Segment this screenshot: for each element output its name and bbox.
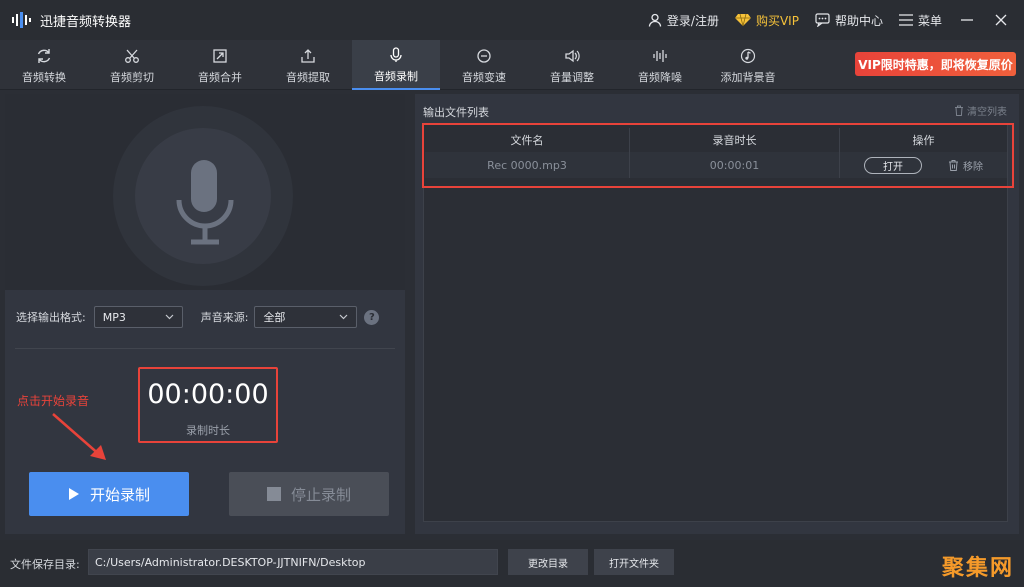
open-folder-button[interactable]: 打开文件夹 [594,549,674,575]
recorder-panel: 选择输出格式: MP3 声音来源: 全部 ? 点击开始录音 00:00:00 录… [5,94,405,534]
chevron-down-icon [165,314,174,320]
user-icon [648,13,662,27]
speed-icon [476,46,492,66]
stop-icon [266,487,281,501]
tab-noise-reduction[interactable]: 音频降噪 [616,40,704,90]
clear-list-label: 清空列表 [967,107,1007,118]
clear-list-button[interactable]: 清空列表 [954,103,1007,118]
tab-label: 音频提取 [286,70,330,84]
source-select[interactable]: 全部 [254,306,358,328]
hint-arrow-icon [52,413,106,460]
watermark-logo: 聚集网 [941,556,1014,581]
start-recording-button[interactable]: 开始录制 [29,472,189,516]
timer-label: 录制时长 [186,424,230,437]
tab-audio-speed[interactable]: 音频变速 [440,40,528,90]
login-button[interactable]: 登录/注册 [648,12,719,29]
tab-label: 音频剪切 [110,70,154,84]
recording-options: 选择输出格式: MP3 声音来源: 全部 ? [5,300,405,334]
merge-icon [212,46,228,66]
noise-reduction-icon [652,46,668,66]
music-note-icon [740,46,756,66]
hamburger-icon [898,14,913,26]
title-bar: 迅捷音频转换器 登录/注册 购买VIP 帮助中心 菜单 [0,0,1024,40]
stop-recording-button[interactable]: 停止录制 [229,472,389,516]
app-logo-icon [10,9,32,31]
format-value: MP3 [102,310,126,324]
help-icon[interactable]: ? [364,309,380,325]
help-center-button[interactable]: 帮助中心 [815,12,883,29]
tab-audio-extract[interactable]: 音频提取 [264,40,352,90]
tab-label: 音频合并 [198,70,242,84]
close-button[interactable] [992,11,1010,29]
output-panel: 输出文件列表 清空列表 文件名 录音时长 操作 Rec 0000.mp3 00:… [415,94,1019,534]
tab-audio-record[interactable]: 音频录制 [352,40,440,90]
stop-recording-label: 停止录制 [290,485,351,504]
tab-audio-merge[interactable]: 音频合并 [176,40,264,90]
app-title: 迅捷音频转换器 [40,14,132,30]
tab-volume-adjust[interactable]: 音量调整 [528,40,616,90]
diamond-icon [734,13,751,27]
trash-icon [955,105,963,116]
change-directory-button[interactable]: 更改目录 [508,549,588,575]
save-directory-label: 文件保存目录: [10,558,80,571]
login-label: 登录/注册 [666,13,719,28]
extract-icon [300,46,316,66]
menu-button[interactable]: 菜单 [898,12,942,29]
tab-audio-convert[interactable]: 音频转换 [0,40,88,90]
buy-vip-button[interactable]: 购买VIP [734,12,799,29]
volume-icon [564,46,580,66]
tab-label: 添加背景音 [720,70,776,84]
mic-visual [5,94,405,290]
footer-bar: 文件保存目录: C:/Users/Administrator.DESKTOP-J… [0,540,1024,587]
help-center-label: 帮助中心 [834,13,883,28]
format-label: 选择输出格式: [16,311,86,324]
tab-add-background-music[interactable]: 添加背景音 [704,40,792,90]
play-icon [68,488,79,500]
menu-label: 菜单 [917,13,942,28]
chat-icon [815,13,830,27]
format-select[interactable]: MP3 [93,306,183,328]
start-recording-label: 开始录制 [89,485,150,504]
large-microphone-icon [176,160,234,245]
timer-display: 00:00:00 录制时长 [138,367,278,443]
refresh-icon [36,46,52,66]
start-hint: 点击开始录音 [17,394,90,408]
output-table-highlight [422,123,1014,188]
tab-label: 音量调整 [550,70,594,84]
source-label: 声音来源: [200,311,249,324]
microphone-icon [388,45,404,65]
tab-label: 音频转换 [22,70,66,84]
tab-label: 音频降噪 [638,70,682,84]
chevron-down-icon [340,314,348,320]
tab-label: 音频变速 [462,70,506,84]
tab-audio-cut[interactable]: 音频剪切 [88,40,176,90]
scissors-icon [124,46,140,66]
divider [15,348,395,349]
minimize-icon [961,19,973,21]
output-list-title: 输出文件列表 [423,106,489,119]
timer-value: 00:00:00 [147,379,269,410]
buy-vip-label: 购买VIP [755,13,799,28]
minimize-button[interactable] [958,11,976,29]
save-path-field[interactable]: C:/Users/Administrator.DESKTOP-JJTNIFN/D… [88,549,498,575]
tab-label: 音频录制 [374,69,418,83]
close-icon [995,14,1007,26]
vip-promo-banner[interactable]: VIP限时特惠，即将恢复原价 [855,52,1016,76]
source-value: 全部 [263,311,286,324]
